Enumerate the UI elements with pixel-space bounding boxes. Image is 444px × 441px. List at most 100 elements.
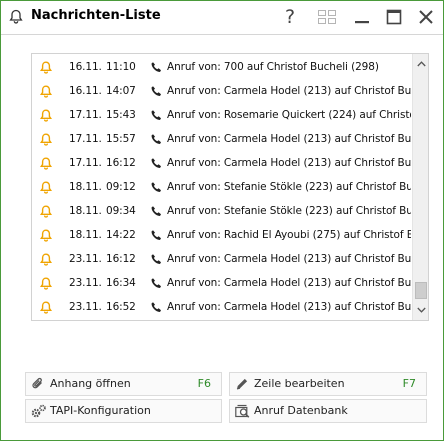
message-text: Anruf von: Stefanie Stökle (223) auf Chr…: [167, 205, 411, 217]
message-date: 16.11.: [69, 85, 102, 97]
message-date: 18.11.: [69, 205, 102, 217]
message-time: 16:52: [106, 301, 136, 313]
phone-icon: [150, 301, 163, 317]
phone-icon: [150, 109, 163, 125]
message-time: 09:12: [106, 181, 136, 193]
title-bar[interactable]: Nachrichten-Liste ?: [1, 1, 443, 33]
open-attachment-label: Anhang öffnen: [50, 377, 131, 390]
layout-button[interactable]: [314, 5, 340, 29]
messages-window: Nachrichten-Liste ? 16.11. 11:10 Anruf v…: [0, 0, 444, 441]
vertical-scrollbar[interactable]: [412, 54, 428, 320]
message-date: 17.11.: [69, 157, 102, 169]
phone-icon: [150, 85, 163, 101]
message-text: Anruf von: Carmela Hodel (213) auf Chris…: [167, 85, 411, 97]
message-text: Anruf von: 700 auf Christof Bucheli (298…: [167, 61, 379, 73]
help-icon: ?: [284, 6, 296, 28]
bell-icon: [9, 9, 23, 28]
phone-icon: [150, 277, 163, 293]
edit-row-label: Zeile bearbeiten: [254, 377, 345, 390]
help-button[interactable]: ?: [277, 5, 303, 29]
message-date: 18.11.: [69, 181, 102, 193]
phone-icon: [150, 205, 163, 221]
message-date: 23.11.: [69, 253, 102, 265]
message-row[interactable]: 18.11. 14:22 Anruf von: Rachid El Ayoubi (…: [32, 224, 412, 248]
message-time: 09:34: [106, 205, 136, 217]
call-database-button[interactable]: Anruf Datenbank: [229, 399, 427, 423]
phone-icon: [150, 157, 163, 173]
window-title: Nachrichten-Liste: [31, 8, 161, 23]
message-time: 11:10: [106, 61, 136, 73]
phone-icon: [150, 253, 163, 269]
message-time: 14:22: [106, 229, 136, 241]
message-text: Anruf von: Carmela Hodel (213) auf Chris…: [167, 301, 411, 313]
edit-row-button[interactable]: Zeile bearbeiten F7: [229, 372, 427, 396]
bell-icon: [39, 229, 53, 245]
message-date: 17.11.: [69, 109, 102, 121]
bell-icon: [39, 181, 53, 197]
layout-icon: [318, 10, 336, 24]
close-button[interactable]: [413, 5, 439, 29]
pencil-icon: [235, 377, 249, 394]
tapi-config-label: TAPI-Konfiguration: [50, 404, 151, 417]
message-row[interactable]: 16.11. 11:10 Anruf von: 700 auf Christof B…: [32, 56, 412, 80]
bell-icon: [39, 253, 53, 269]
phone-icon: [150, 229, 163, 245]
paperclip-icon: [31, 377, 45, 394]
open-attachment-shortcut: F6: [197, 377, 211, 390]
bell-icon: [39, 205, 53, 221]
message-row[interactable]: 18.11. 09:12 Anruf von: Stefanie Stökle (2…: [32, 176, 412, 200]
message-row[interactable]: 17.11. 15:43 Anruf von: Rosemarie Quickert…: [32, 104, 412, 128]
maximize-icon: [386, 9, 402, 25]
message-date: 23.11.: [69, 277, 102, 289]
scroll-thumb[interactable]: [415, 282, 427, 299]
chevron-up-icon: [416, 61, 426, 67]
phone-icon: [150, 133, 163, 149]
close-icon: [419, 10, 433, 24]
scroll-up-button[interactable]: [413, 56, 428, 72]
edit-row-shortcut: F7: [402, 377, 416, 390]
maximize-button[interactable]: [381, 5, 407, 29]
minimize-button[interactable]: [349, 5, 375, 29]
message-time: 14:07: [106, 85, 136, 97]
bell-icon: [39, 61, 53, 77]
phone-icon: [150, 181, 163, 197]
call-database-label: Anruf Datenbank: [254, 404, 348, 417]
message-row[interactable]: 23.11. 16:52 Anruf von: Carmela Hodel (213…: [32, 296, 412, 320]
message-date: 17.11.: [69, 133, 102, 145]
message-row[interactable]: 23.11. 16:34 Anruf von: Carmela Hodel (213…: [32, 272, 412, 296]
gears-icon: [31, 404, 47, 421]
message-time: 15:43: [106, 109, 136, 121]
message-text: Anruf von: Carmela Hodel (213) auf Chris…: [167, 253, 411, 265]
message-time: 15:57: [106, 133, 136, 145]
message-text: Anruf von: Carmela Hodel (213) auf Chris…: [167, 133, 411, 145]
bell-icon: [39, 277, 53, 293]
message-date: 18.11.: [69, 229, 102, 241]
message-row[interactable]: 17.11. 15:57 Anruf von: Carmela Hodel (213…: [32, 128, 412, 152]
message-date: 23.11.: [69, 301, 102, 313]
phone-icon: [150, 61, 163, 77]
bell-icon: [39, 109, 53, 125]
message-text: Anruf von: Rachid El Ayoubi (275) auf Ch…: [167, 229, 411, 241]
phone-database-icon: [235, 404, 251, 421]
message-time: 16:12: [106, 253, 136, 265]
message-time: 16:12: [106, 157, 136, 169]
message-text: Anruf von: Carmela Hodel (213) auf Chris…: [167, 157, 411, 169]
message-text: Anruf von: Rosemarie Quickert (224) auf …: [167, 109, 411, 121]
bell-icon: [39, 301, 53, 317]
open-attachment-button[interactable]: Anhang öffnen F6: [25, 372, 222, 396]
bell-icon: [39, 133, 53, 149]
message-row[interactable]: 23.11. 16:12 Anruf von: Carmela Hodel (213…: [32, 248, 412, 272]
bell-icon: [39, 157, 53, 173]
minimize-icon: [355, 21, 369, 24]
chevron-down-icon: [416, 307, 426, 313]
message-row[interactable]: 18.11. 09:34 Anruf von: Stefanie Stökle (2…: [32, 200, 412, 224]
message-text: Anruf von: Stefanie Stökle (223) auf Chr…: [167, 181, 411, 193]
message-list[interactable]: 16.11. 11:10 Anruf von: 700 auf Christof B…: [31, 53, 429, 321]
message-text: Anruf von: Carmela Hodel (213) auf Chris…: [167, 277, 411, 289]
message-row[interactable]: 17.11. 16:12 Anruf von: Carmela Hodel (213…: [32, 152, 412, 176]
tapi-config-button[interactable]: TAPI-Konfiguration: [25, 399, 222, 423]
message-row[interactable]: 16.11. 14:07 Anruf von: Carmela Hodel (213…: [32, 80, 412, 104]
message-time: 16:34: [106, 277, 136, 289]
scroll-down-button[interactable]: [413, 302, 428, 318]
message-date: 16.11.: [69, 61, 102, 73]
